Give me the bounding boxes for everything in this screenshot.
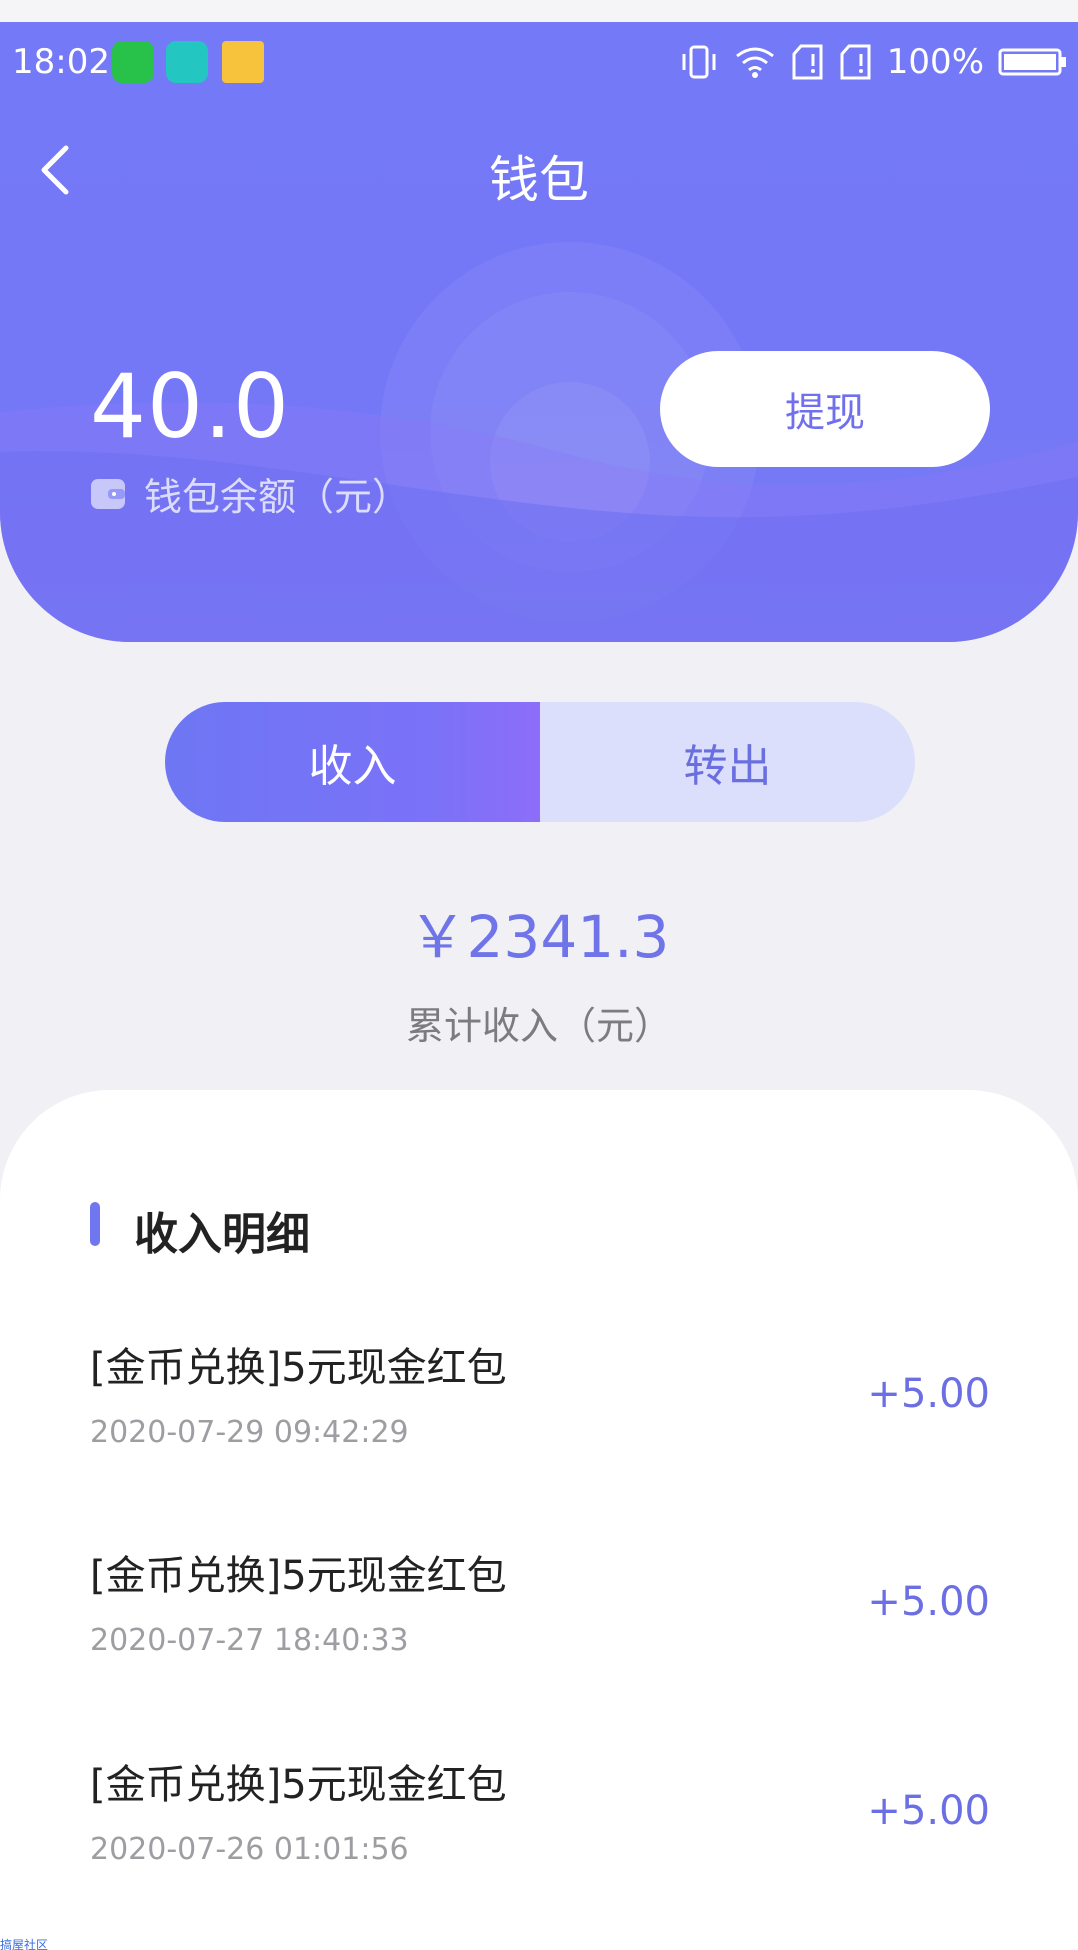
section-title: 收入明细 xyxy=(134,1209,310,1260)
page-title: 钱包 xyxy=(489,151,589,209)
status-bar: 18:02 100% xyxy=(0,22,1078,102)
list-item[interactable]: [金币兑换]5元现金红包 2020-07-27 18:40:33 +5.00 xyxy=(0,1543,1078,1713)
record-time: 2020-07-27 18:40:33 xyxy=(90,1623,409,1658)
wallet-page: 18:02 100% 钱包 40.0 钱包余额（元） 提现 收入 转出 ￥234… xyxy=(0,0,1078,1950)
list-item[interactable]: [金币兑换]5元现金红包 2020-07-29 09:42:29 +5.00 xyxy=(0,1335,1078,1505)
record-amount: +5.00 xyxy=(867,1788,990,1834)
tab-income[interactable]: 收入 xyxy=(165,702,540,822)
sim1-icon xyxy=(792,44,823,80)
header-decoration xyxy=(0,242,1078,642)
top-strip xyxy=(0,0,1078,22)
battery-icon xyxy=(998,48,1066,76)
total-income-amount: ￥2341.3 xyxy=(408,903,670,971)
status-time: 18:02 xyxy=(12,42,110,82)
record-amount: +5.00 xyxy=(867,1579,990,1625)
wallet-icon xyxy=(91,478,125,509)
balance-label: 钱包余额（元） xyxy=(144,475,411,519)
battery-level: 100% xyxy=(886,42,984,82)
balance-label-row: 钱包余额（元） xyxy=(90,466,410,521)
list-item[interactable]: [金币兑换]5元现金红包 2020-07-26 01:01:56 +5.00 xyxy=(0,1752,1078,1922)
record-time: 2020-07-29 09:42:29 xyxy=(90,1415,409,1450)
balance-value: 40.0 xyxy=(90,355,290,458)
section-marker xyxy=(90,1202,100,1246)
wallet-header xyxy=(0,22,1078,642)
status-right: 100% xyxy=(679,42,1068,82)
withdraw-button[interactable]: 提现 xyxy=(660,351,990,467)
record-title: [金币兑换]5元现金红包 xyxy=(90,1762,507,1808)
sim2-icon xyxy=(840,44,871,80)
record-amount: +5.00 xyxy=(867,1371,990,1417)
record-title: [金币兑换]5元现金红包 xyxy=(90,1345,507,1391)
app-green-icon xyxy=(112,41,154,83)
tab-transfer-out[interactable]: 转出 xyxy=(540,702,915,822)
vibrate-icon xyxy=(682,45,716,79)
record-time: 2020-07-26 01:01:56 xyxy=(90,1832,409,1867)
total-income-label: 累计收入（元） xyxy=(405,1004,672,1048)
watermark: 搞屋社区 xyxy=(0,1938,49,1950)
record-title: [金币兑换]5元现金红包 xyxy=(90,1553,507,1599)
income-outgo-tabs: 收入 转出 xyxy=(165,702,915,822)
wifi-icon xyxy=(735,47,774,78)
scan-icon xyxy=(166,41,208,83)
folder-icon xyxy=(222,41,264,83)
